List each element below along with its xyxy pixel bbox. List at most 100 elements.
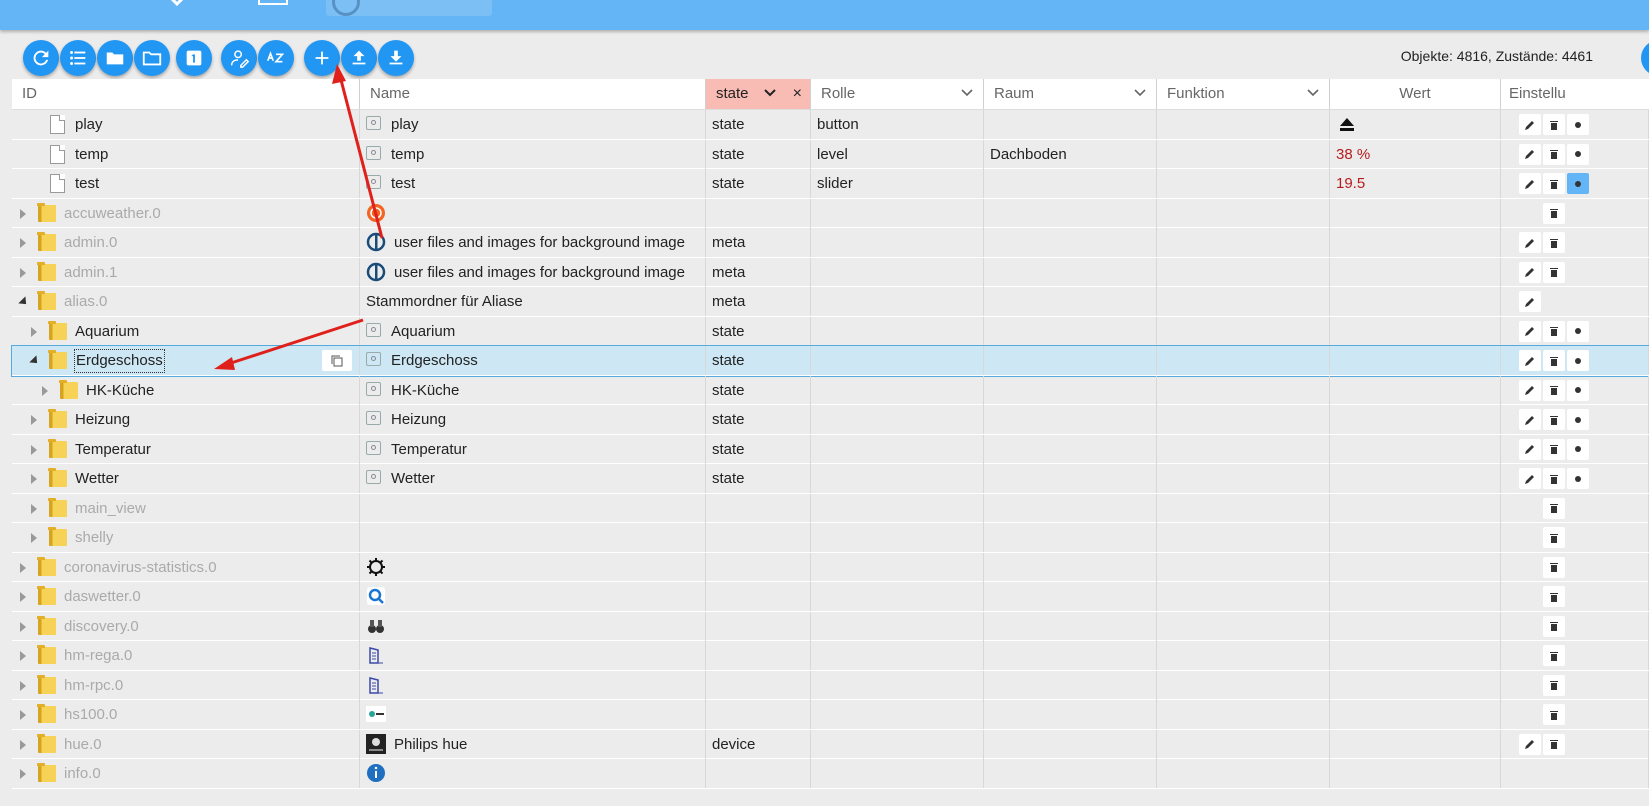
expand-icon[interactable] [20,680,26,691]
table-row-selected[interactable]: Erdgeschoss Erdgeschoss state [11,345,1649,377]
table-row[interactable]: temp temp state level Dachboden 38 % [12,139,1649,169]
delete-icon[interactable] [1543,556,1565,578]
delete-icon[interactable] [1543,261,1565,283]
expand-icon[interactable] [20,208,26,219]
expand-icon[interactable] [20,238,26,248]
wrench-icon[interactable] [1567,350,1589,371]
chevron-down-icon[interactable] [764,89,776,97]
edit-icon[interactable] [1519,114,1541,135]
delete-icon[interactable] [1543,173,1565,194]
table-row[interactable]: hs100.0 [12,700,1649,730]
edit-icon[interactable] [1519,320,1541,342]
table-row[interactable]: Aquarium Aquarium state [12,316,1649,346]
edit-icon[interactable] [1519,468,1541,489]
window-icon[interactable] [258,0,288,5]
collapse-icon[interactable] [18,296,30,308]
wrench-icon[interactable] [1567,409,1589,430]
delete-icon[interactable] [1543,497,1565,519]
upload-button[interactable] [341,40,377,76]
add-object-button[interactable] [304,40,340,76]
wrench-icon[interactable] [1567,438,1589,460]
wrench-icon[interactable] [1567,468,1589,489]
refresh-button[interactable] [23,40,59,76]
edit-icon[interactable] [1519,232,1541,253]
edit-icon[interactable] [1519,379,1541,401]
expand-icon[interactable] [20,651,26,661]
top-search-field[interactable] [326,0,492,16]
settings-button[interactable] [1641,40,1649,76]
clear-filter-icon[interactable]: × [793,79,802,109]
edit-icon[interactable] [1519,261,1541,283]
wrench-icon[interactable] [1567,379,1589,401]
table-row[interactable]: daswetter.0 [12,582,1649,612]
delete-icon[interactable] [1543,232,1565,253]
table-row[interactable]: Temperatur Temperatur state [12,434,1649,464]
table-row[interactable]: accuweather.0 [12,198,1649,228]
table-row[interactable]: alias.0 Stammordner für Aliase meta [12,287,1649,317]
delete-icon[interactable] [1543,202,1565,224]
chevron-down-icon[interactable] [1134,89,1146,97]
delete-icon[interactable] [1543,409,1565,430]
table-row[interactable]: Heizung Heizung state [12,405,1649,435]
expand-icon[interactable] [20,562,26,573]
header-type-filter[interactable]: state × [706,79,811,109]
collapse-icon[interactable] [29,355,41,367]
chevron-down-icon[interactable] [1307,89,1319,97]
edit-icon[interactable] [1519,143,1541,165]
expand-icon[interactable] [42,385,48,396]
table-row[interactable]: hm-rega.0 [12,641,1649,671]
delete-icon[interactable] [1543,586,1565,607]
row-value[interactable]: 38 % [1330,139,1501,169]
table-row[interactable]: discovery.0 [12,611,1649,641]
chevron-down-icon[interactable] [170,0,184,6]
expand-icon[interactable] [31,503,37,514]
sort-button[interactable] [258,40,294,76]
expand-icon[interactable] [31,326,37,337]
table-row[interactable]: shelly [12,523,1649,553]
delete-icon[interactable] [1543,674,1565,696]
delete-icon[interactable] [1543,733,1565,755]
delete-icon[interactable] [1543,645,1565,666]
expand-icon[interactable] [31,533,37,543]
expand-icon[interactable] [20,621,26,632]
chevron-down-icon[interactable] [961,89,973,97]
header-role-filter[interactable]: Rolle [811,79,984,109]
copy-button[interactable] [322,350,352,371]
table-row[interactable]: HK-Küche HK-Küche state [12,375,1649,405]
table-row[interactable]: info.0 [12,759,1649,789]
expand-icon[interactable] [20,710,26,720]
edit-icon[interactable] [1519,350,1541,371]
expand-icon[interactable] [20,267,26,278]
expand-one-level-button[interactable] [176,40,212,76]
table-row[interactable]: admin.0 user files and images for backgr… [12,228,1649,258]
download-button[interactable] [378,40,414,76]
table-row[interactable]: coronavirus-statistics.0 [12,552,1649,582]
expand-icon[interactable] [31,415,37,425]
expand-icon[interactable] [31,444,37,455]
delete-icon[interactable] [1543,704,1565,725]
wrench-icon[interactable] [1567,173,1589,194]
delete-icon[interactable] [1543,438,1565,460]
table-row[interactable]: admin.1 user files and images for backgr… [12,257,1649,287]
delete-icon[interactable] [1543,379,1565,401]
expand-icon[interactable] [20,769,26,779]
table-row[interactable]: hue.0 Philips hue device [12,729,1649,759]
delete-icon[interactable] [1543,320,1565,342]
delete-icon[interactable] [1543,350,1565,371]
edit-icon[interactable] [1519,291,1541,312]
table-row[interactable]: hm-rpc.0 [12,670,1649,700]
header-name[interactable]: Name [360,79,706,109]
edit-icon[interactable] [1519,409,1541,430]
table-row[interactable]: Wetter Wetter state [12,464,1649,494]
eject-button-icon[interactable] [1338,116,1356,132]
edit-icon[interactable] [1519,173,1541,194]
collapse-all-button[interactable] [97,40,133,76]
customize-button[interactable] [221,40,257,76]
table-row[interactable]: test test state slider 19.5 [12,169,1649,199]
header-id[interactable]: ID [12,79,360,109]
header-function-filter[interactable]: Funktion [1157,79,1330,109]
table-row[interactable]: play play state button [12,110,1649,140]
edit-icon[interactable] [1519,438,1541,460]
expand-icon[interactable] [20,739,26,750]
delete-icon[interactable] [1543,527,1565,548]
